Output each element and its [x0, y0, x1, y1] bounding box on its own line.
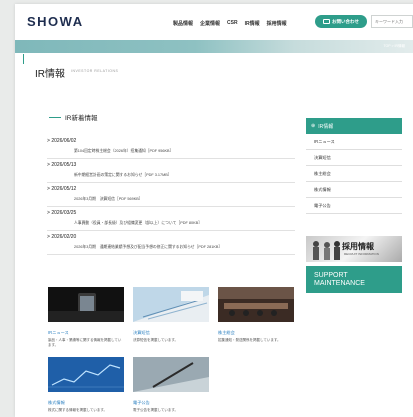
site-header: SHOWA 製品情報 企業情報 CSR IR情報 採用情報 お問い合わせ [15, 4, 413, 40]
news-item[interactable]: > 2026/02/20 2026年3月期 通期連結業績予想及び配当予想の修正に… [47, 231, 295, 255]
tile-image-stock-chart [48, 357, 124, 392]
news-date: > 2026/05/13 [47, 162, 77, 168]
tile-image-documents [133, 287, 209, 322]
tile-stock[interactable]: 株式情報 株式に関する情報を掲載しています。 [48, 357, 124, 413]
recruit-title: 採用情報 [342, 242, 374, 251]
maintenance-label: MAINTENANCE [314, 280, 365, 287]
page-subtitle: INVESTOR RELATIONS [71, 69, 119, 73]
nav-recruit[interactable]: 採用情報 [267, 20, 287, 27]
tile-ir-news[interactable]: IRニュース 製品・人事・業績等に関する情報を掲載しています。 [48, 287, 124, 347]
news-item[interactable]: > 2026/03/25 人事異動（役員・部長級）及び組織変更（部以上）について… [47, 207, 295, 231]
support-label: SUPPORT [314, 272, 348, 279]
sidebar: ⊕ IR情報 IRニュース 決算短信 株主総会 株式情報 電子公告 [306, 118, 402, 214]
nav-csr[interactable]: CSR [227, 20, 238, 27]
recruit-subtitle: RECRUIT INFORMATION [344, 252, 379, 256]
tile-description: 招集通知・発送関係を掲載しています。 [218, 338, 281, 342]
contact-label: お問い合わせ [332, 18, 359, 24]
sidebar-item-results[interactable]: 決算短信 [306, 150, 402, 166]
sidebar-item-stock[interactable]: 株式情報 [306, 182, 402, 198]
news-heading: IR新着情報 [49, 112, 98, 122]
sidebar-item-meeting[interactable]: 株主総会 [306, 166, 402, 182]
tile-title: IRニュース [48, 330, 69, 335]
sidebar-heading-label: IR情報 [318, 123, 334, 130]
tile-description: 決算短信を掲載しています。 [133, 338, 179, 342]
news-date: > 2026/05/12 [47, 186, 77, 192]
breadcrumb[interactable]: TOP > IR情報 [383, 44, 405, 49]
tile-description: 電子公告を掲載しています。 [133, 408, 179, 412]
tile-description: 製品・人事・業績等に関する情報を掲載しています。 [48, 338, 122, 347]
news-link[interactable]: 新中期経営計画の策定に関するお知らせ［PDF 3.17MB］ [74, 173, 172, 178]
tile-image-phone [48, 287, 124, 322]
circle-arrow-icon: ⊕ [311, 123, 316, 129]
news-date: > 2026/03/25 [47, 210, 77, 216]
nav-company[interactable]: 企業情報 [200, 20, 220, 27]
accent-line [23, 54, 24, 64]
mail-icon [323, 19, 330, 24]
news-heading-label: IR新着情報 [65, 115, 98, 122]
news-item[interactable]: > 2026/05/12 2026年3月期 決算短信［PDF 569KB］ [47, 183, 295, 207]
sidebar-item-notice[interactable]: 電子公告 [306, 198, 402, 214]
contact-button[interactable]: お問い合わせ [315, 15, 367, 28]
tile-meeting[interactable]: 株主総会 招集通知・発送関係を掲載しています。 [218, 287, 294, 343]
tile-title: 株主総会 [218, 330, 235, 335]
tile-description: 株式に関する情報を掲載しています。 [48, 408, 108, 412]
tile-title: 株式情報 [48, 400, 65, 405]
news-link[interactable]: 2026年3月期 通期連結業績予想及び配当予想の修正に関するお知らせ［PDF 2… [74, 245, 222, 250]
recruit-banner[interactable]: 採用情報 RECRUIT INFORMATION [306, 236, 402, 262]
page: SHOWA 製品情報 企業情報 CSR IR情報 採用情報 お問い合わせ TOP… [15, 4, 413, 417]
news-link[interactable]: 第104回定時株主総会（2026年）招集通知［PDF 956KB］ [74, 149, 173, 154]
tile-title: 電子公告 [133, 400, 150, 405]
nav-products[interactable]: 製品情報 [173, 20, 193, 27]
news-link[interactable]: 人事異動（役員・部長級）及び組織変更（部以上）について［PDF 80KB］ [74, 221, 202, 226]
news-item[interactable]: > 2026/05/13 新中期経営計画の策定に関するお知らせ［PDF 3.17… [47, 159, 295, 183]
sidebar-heading[interactable]: ⊕ IR情報 [306, 118, 402, 134]
sidebar-item-ir-news[interactable]: IRニュース [306, 134, 402, 150]
news-link[interactable]: 2026年3月期 決算短信［PDF 569KB］ [74, 197, 143, 202]
news-item[interactable]: > 2026/06/02 第104回定時株主総会（2026年）招集通知［PDF … [47, 135, 295, 159]
tile-title: 決算短信 [133, 330, 150, 335]
tile-results[interactable]: 決算短信 決算短信を掲載しています。 [133, 287, 209, 343]
page-title: IR情報 [35, 69, 65, 80]
tile-image-meeting-room [218, 287, 294, 322]
global-nav: 製品情報 企業情報 CSR IR情報 採用情報 [173, 20, 287, 27]
company-logo[interactable]: SHOWA [27, 14, 84, 29]
tile-image-pen [133, 357, 209, 392]
support-maintenance-banner[interactable]: SUPPORT MAINTENANCE [306, 266, 402, 293]
search-input[interactable] [371, 15, 413, 28]
heading-dash [49, 116, 61, 118]
news-date: > 2026/06/02 [47, 138, 77, 144]
news-date: > 2026/02/20 [47, 234, 77, 240]
hero-banner: TOP > IR情報 [15, 40, 413, 53]
nav-ir[interactable]: IR情報 [245, 20, 260, 27]
news-list: > 2026/06/02 第104回定時株主総会（2026年）招集通知［PDF … [47, 135, 295, 255]
tile-notice[interactable]: 電子公告 電子公告を掲載しています。 [133, 357, 209, 413]
